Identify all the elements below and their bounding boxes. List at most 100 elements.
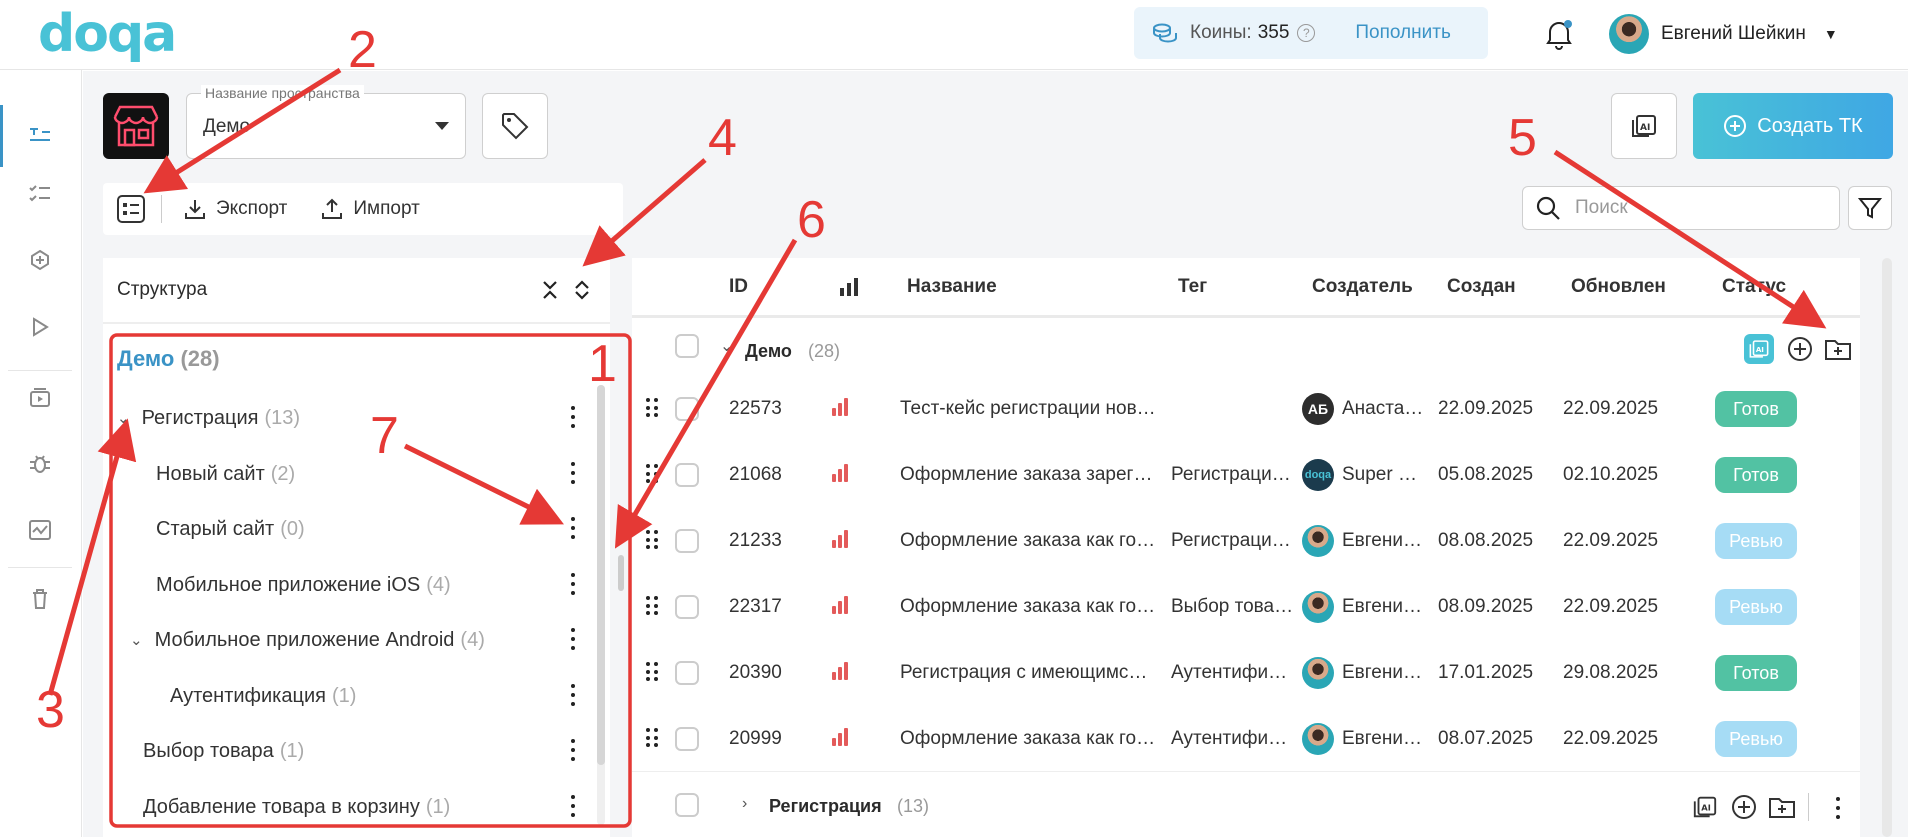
tree-root[interactable]: Демо (28): [117, 346, 220, 372]
group-checkbox[interactable]: [675, 334, 699, 358]
add-case-icon[interactable]: [1731, 794, 1757, 825]
row-checkbox[interactable]: [675, 397, 699, 421]
export-button[interactable]: Экспорт: [184, 198, 287, 220]
more-icon[interactable]: [568, 739, 578, 761]
analytics-icon[interactable]: [26, 516, 54, 544]
row-name[interactable]: Тест-кейс регистрации нов…: [900, 398, 1170, 420]
table-row[interactable]: 22573 Тест-кейс регистрации нов… АБ Анас…: [632, 376, 1860, 442]
drag-handle-icon[interactable]: [646, 398, 658, 418]
row-created: 22.09.2025: [1438, 398, 1534, 419]
user-menu[interactable]: Евгений Шейкин ▼: [1609, 14, 1838, 54]
status-badge[interactable]: Ревью: [1715, 589, 1797, 625]
table-row[interactable]: 21068 Оформление заказа зарег… Регистрац…: [632, 442, 1860, 508]
tree-item-new-site[interactable]: Новый сайт (2): [156, 454, 295, 494]
row-checkbox[interactable]: [675, 529, 699, 553]
row-checkbox[interactable]: [675, 595, 699, 619]
add-folder-icon[interactable]: [1768, 795, 1796, 824]
status-badge[interactable]: Готов: [1715, 391, 1797, 427]
more-icon[interactable]: [568, 462, 578, 484]
play-icon[interactable]: [26, 313, 54, 341]
col-status[interactable]: Статус: [1722, 276, 1786, 298]
group-row-registration[interactable]: › Регистрация (13) AI: [632, 773, 1860, 833]
group-checkbox[interactable]: [675, 793, 699, 817]
col-creator[interactable]: Создатель: [1312, 276, 1413, 298]
drag-handle-icon[interactable]: [646, 662, 658, 682]
row-name[interactable]: Оформление заказа как го…: [900, 728, 1170, 750]
col-created[interactable]: Создан: [1447, 276, 1516, 298]
table-scrollbar[interactable]: [1882, 258, 1892, 837]
chevron-down-icon[interactable]: ⌄: [130, 631, 143, 649]
tree-item-authentication[interactable]: Аутентификация (1): [170, 676, 356, 716]
chevron-right-icon[interactable]: ›: [742, 795, 747, 813]
status-badge[interactable]: Готов: [1715, 655, 1797, 691]
import-button[interactable]: Импорт: [321, 198, 420, 220]
more-icon[interactable]: [568, 628, 578, 650]
row-name[interactable]: Оформление заказа как го…: [900, 596, 1170, 618]
drag-handle-icon[interactable]: [646, 530, 658, 550]
ai-generate-icon[interactable]: AI: [1744, 334, 1774, 364]
status-badge[interactable]: Готов: [1715, 457, 1797, 493]
col-updated[interactable]: Обновлен: [1571, 276, 1666, 298]
table-row[interactable]: 20390 Регистрация с имеющимс… Аутентифи……: [632, 640, 1860, 706]
space-select[interactable]: Название пространства Демо: [186, 85, 466, 159]
tree-item-registration[interactable]: ⌄ Регистрация (13): [117, 398, 300, 438]
group-row-demo[interactable]: ⌄ Демо (28) AI: [632, 321, 1860, 381]
expand-all-icon[interactable]: [574, 280, 590, 306]
table-row[interactable]: 22317 Оформление заказа как го… Выбор то…: [632, 574, 1860, 640]
priority-header-icon[interactable]: [839, 278, 859, 302]
more-icon[interactable]: [568, 406, 578, 428]
runs-icon[interactable]: [26, 384, 54, 412]
add-folder-icon[interactable]: [1824, 337, 1852, 366]
add-suite-icon[interactable]: [26, 246, 54, 274]
panel-resize-handle[interactable]: [618, 555, 624, 591]
drag-handle-icon[interactable]: [646, 728, 658, 748]
checklist-icon[interactable]: [26, 180, 54, 208]
add-case-icon[interactable]: [1787, 336, 1813, 367]
row-checkbox[interactable]: [675, 727, 699, 751]
trash-icon[interactable]: [26, 585, 54, 613]
drag-handle-icon[interactable]: [646, 464, 658, 484]
ai-button[interactable]: AI: [1611, 93, 1677, 159]
status-badge[interactable]: Ревью: [1715, 721, 1797, 757]
test-cases-icon[interactable]: [26, 122, 54, 150]
tree-scrollbar[interactable]: [597, 385, 605, 765]
status-badge[interactable]: Ревью: [1715, 523, 1797, 559]
more-icon[interactable]: [568, 517, 578, 539]
bug-icon[interactable]: [26, 450, 54, 478]
chevron-down-icon[interactable]: ⌄: [720, 336, 733, 356]
tree-item-old-site[interactable]: Старый сайт (0): [156, 509, 305, 549]
filter-button[interactable]: [1848, 186, 1892, 230]
ai-generate-icon[interactable]: AI: [1692, 794, 1718, 825]
row-created: 08.09.2025: [1438, 596, 1534, 617]
tree-item-ios-app[interactable]: Мобильное приложение iOS (4): [156, 565, 451, 605]
search-box[interactable]: [1522, 186, 1840, 230]
search-input[interactable]: [1575, 197, 1815, 219]
drag-handle-icon[interactable]: [646, 596, 658, 616]
row-name[interactable]: Регистрация с имеющимс…: [900, 662, 1170, 684]
row-checkbox[interactable]: [675, 661, 699, 685]
help-icon[interactable]: ?: [1297, 24, 1316, 42]
app-logo[interactable]: doqa: [38, 4, 177, 64]
table-row[interactable]: 21233 Оформление заказа как го… Регистра…: [632, 508, 1860, 574]
tag-button[interactable]: [482, 93, 548, 159]
row-checkbox[interactable]: [675, 463, 699, 487]
tree-item-add-to-cart[interactable]: Добавление товара в корзину (1): [143, 787, 450, 827]
table-row[interactable]: 20999 Оформление заказа как го… Аутентиф…: [632, 706, 1860, 772]
create-test-case-button[interactable]: Создать ТК: [1693, 93, 1893, 159]
more-icon[interactable]: [568, 573, 578, 595]
tree-item-product-choice[interactable]: Выбор товара (1): [143, 731, 304, 771]
tree-item-android-app[interactable]: ⌄ Мобильное приложение Android (4): [130, 620, 485, 660]
col-id[interactable]: ID: [729, 276, 748, 298]
view-toggle-icon[interactable]: [117, 195, 145, 223]
collapse-all-icon[interactable]: [542, 280, 558, 306]
more-icon[interactable]: [568, 684, 578, 706]
row-name[interactable]: Оформление заказа зарег…: [900, 464, 1170, 486]
col-tag[interactable]: Тег: [1178, 276, 1207, 298]
col-name[interactable]: Название: [907, 276, 997, 298]
bell-icon[interactable]: [1544, 18, 1574, 55]
row-name[interactable]: Оформление заказа как го…: [900, 530, 1170, 552]
more-icon[interactable]: [1833, 797, 1843, 819]
topup-button[interactable]: Пополнить: [1355, 22, 1450, 44]
more-icon[interactable]: [568, 795, 578, 817]
chevron-down-icon[interactable]: ⌄: [117, 409, 130, 427]
